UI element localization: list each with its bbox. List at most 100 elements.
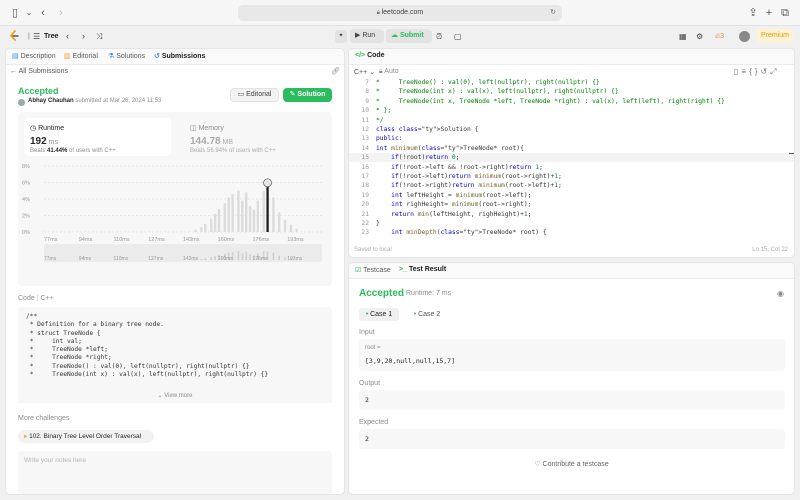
editor-line[interactable]: 16 if(!root->left && !root->right)return…: [349, 163, 794, 172]
eye-icon[interactable]: ◉: [777, 289, 784, 298]
editorial-button[interactable]: ▭ Editorial: [230, 88, 279, 102]
distribution-bar: [256, 200, 260, 232]
line-number: 15: [361, 154, 369, 162]
tab-test-result[interactable]: >_ Test Result: [399, 266, 446, 273]
editor-line[interactable]: 23 int minDepth(class="ty">TreeNode* roo…: [349, 228, 794, 237]
editor-line[interactable]: 19 int leftHeight = minimum(root->left);: [349, 191, 794, 200]
play-icon: ▶: [355, 32, 361, 39]
memory-card[interactable]: ◫ Memory 144.78 MB Beats 56.94% of users…: [184, 118, 324, 156]
runtime-value-row: 192 ms: [30, 136, 58, 147]
contribute-testcase-link[interactable]: ♡ Contribute a testcase: [349, 460, 794, 468]
layout-icon[interactable]: ▦: [679, 30, 687, 43]
tab-description[interactable]: ▤ Description: [12, 52, 56, 60]
problem-list-icon[interactable]: ☰: [33, 30, 40, 43]
submission-status: Accepted: [18, 86, 59, 96]
tab-overview-icon[interactable]: ⧉: [778, 6, 792, 20]
tab-testcase[interactable]: ☑ Testcase: [355, 266, 391, 274]
y-tick-label: 8%: [22, 164, 30, 170]
left-tabbar: ▤ Description ▥ Editorial ⚗︎ Solutions ↺…: [6, 49, 344, 65]
author-name[interactable]: Abhay Chauhan: [28, 98, 74, 104]
solution-button[interactable]: ✎ Solution: [283, 88, 332, 102]
editor-line[interactable]: 10 * };: [349, 106, 794, 115]
address-bar[interactable]: 🔒︎ leetcode.com ↻: [238, 5, 562, 21]
tab-solutions[interactable]: ⚗︎ Solutions: [108, 52, 145, 60]
run-button[interactable]: ▶ Run: [350, 29, 384, 43]
editor-line[interactable]: 14 int minimum(class="ty">TreeNode* root)…: [349, 144, 794, 153]
line-number: 7: [365, 79, 369, 86]
editor-line[interactable]: 20 int righHeight= minimum(root->right);: [349, 200, 794, 209]
streak-flame-icon[interactable]: 🔥︎3: [715, 30, 724, 43]
reset-icon[interactable]: ↺: [760, 67, 770, 76]
code-line: * TreeNode() : val(0), left(nullptr), ri…: [26, 362, 250, 370]
line-number: 13: [361, 135, 369, 143]
line-number: 20: [361, 201, 369, 209]
notes-placeholder: Write your notes here: [24, 457, 87, 464]
author-avatar: [18, 99, 25, 106]
problem-list-label[interactable]: Tree: [44, 30, 58, 43]
y-tick-label: 2%: [22, 214, 30, 220]
editor-line[interactable]: 9 * TreeNode(int x, TreeNode *left, TreeN…: [349, 97, 794, 106]
case-1-tab[interactable]: • Case 1: [359, 308, 399, 321]
share-icon[interactable]: ⇪: [746, 6, 760, 20]
line-text: }: [376, 220, 380, 227]
editor-line[interactable]: 18 if(!root->right)return minimum(root->…: [349, 181, 794, 190]
expand-icon[interactable]: ⤢: [770, 67, 779, 76]
reload-icon[interactable]: ↻: [550, 5, 556, 21]
editor-line[interactable]: 22}: [349, 219, 794, 228]
submit-button[interactable]: ☁ Submit: [386, 29, 432, 43]
alarm-icon[interactable]: ⏰︎: [436, 30, 442, 43]
editor-line[interactable]: 15 if(!root)return 0;: [349, 153, 794, 163]
view-more-link[interactable]: ⌄ View more: [18, 392, 332, 399]
code-icon: </>: [355, 52, 366, 59]
submission-meta: Abhay Chauhan submitted at Mar 26, 2024 …: [28, 98, 161, 104]
leetcode-logo[interactable]: [8, 30, 20, 42]
format-icon[interactable]: ≡: [741, 67, 749, 76]
code-editor[interactable]: 7 * TreeNode() : val(0), left(nullptr), r…: [349, 78, 794, 240]
shuffle-icon[interactable]: ⤨: [96, 30, 102, 43]
cursor-position: Ln 15, Col 22: [752, 247, 788, 253]
premium-button[interactable]: Premium: [757, 29, 793, 43]
editor-line[interactable]: 8 * TreeNode(int x) : val(x), left(nullpt…: [349, 87, 794, 96]
note-icon[interactable]: ▢: [454, 30, 462, 43]
link-icon[interactable]: 🔗︎: [331, 67, 340, 75]
tab-code[interactable]: </> Code: [355, 52, 385, 59]
back-all-submissions[interactable]: ← All Submissions: [10, 68, 68, 75]
settings-icon[interactable]: ⚙︎: [696, 30, 703, 43]
editor-line[interactable]: 11 */: [349, 116, 794, 125]
forward-icon[interactable]: ›: [54, 6, 68, 20]
prev-problem-icon[interactable]: ‹: [66, 30, 69, 43]
runtime-distribution-chart[interactable]: 8% 6% 4% 2% 0% 77ms 94ms 110ms 127ms 143ms 160ms 17…: [18, 160, 332, 285]
overview-tick-label: 127ms: [148, 256, 164, 262]
debug-icon[interactable]: ✦: [335, 30, 347, 43]
new-tab-icon[interactable]: +: [762, 6, 776, 20]
language-select[interactable]: C++ ⌄: [354, 68, 375, 76]
next-problem-icon[interactable]: ›: [82, 30, 85, 43]
editor-line[interactable]: 7 * TreeNode() : val(0), left(nullptr), r…: [349, 78, 794, 87]
runtime-beats: Beats 41.44% of users with C++: [30, 148, 116, 154]
braces-icon[interactable]: {}: [749, 67, 760, 76]
editor-line[interactable]: 12 class class="ty">Solution {: [349, 125, 794, 134]
tab-submissions[interactable]: ↺ Submissions: [154, 52, 205, 60]
distribution-bar: [213, 213, 217, 232]
line-text: * TreeNode(int x) : val(x), left(nullptr…: [376, 88, 619, 96]
chevron-down-icon[interactable]: ⌄: [22, 6, 36, 20]
avatar[interactable]: [739, 31, 750, 42]
scrollbar[interactable]: [789, 153, 794, 154]
output-box: 2: [359, 390, 785, 410]
sidebar-toggle-icon[interactable]: ▯: [8, 6, 22, 20]
runtime-card[interactable]: ◷ Runtime 192 ms Beats 41.44% of users w…: [24, 118, 171, 156]
stats-card: ◷ Runtime 192 ms Beats 41.44% of users w…: [18, 112, 332, 286]
distribution-bar: [217, 208, 221, 232]
line-number: 17: [361, 173, 369, 180]
editor-line[interactable]: 13 public:: [349, 134, 794, 143]
editor-line[interactable]: 21 return min(leftHeight, righHeight)+1;: [349, 210, 794, 219]
editor-line[interactable]: 17 if(!root->left)return minimum(root->r…: [349, 172, 794, 181]
notes-area[interactable]: Write your notes here: [18, 451, 332, 494]
back-icon[interactable]: ‹: [36, 6, 50, 20]
autocomplete-mode[interactable]: 🔒︎ Auto: [379, 68, 399, 76]
case-2-tab[interactable]: • Case 2: [407, 308, 447, 321]
tab-editorial[interactable]: ▥ Editorial: [64, 52, 98, 60]
x-tick-label: 94ms: [79, 237, 93, 243]
code-line: * TreeNode(int x) : val(x), left(nullptr…: [26, 371, 269, 379]
challenge-chip[interactable]: ▸ 102. Binary Tree Level Order Traversal: [18, 430, 154, 443]
